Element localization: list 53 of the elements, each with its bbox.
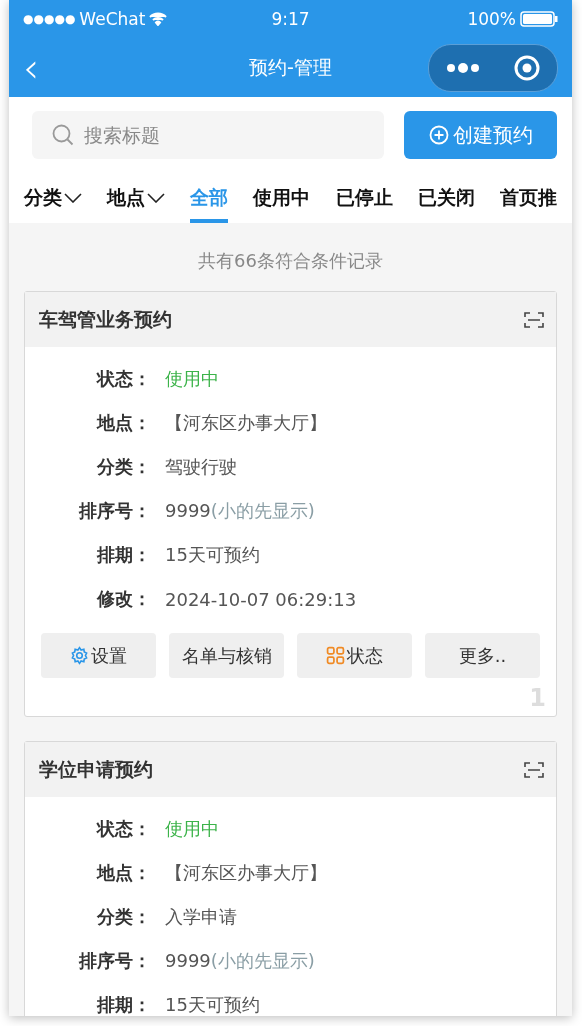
plus-circle-icon — [428, 125, 449, 145]
action-button[interactable]: 设置 — [41, 633, 156, 678]
field-value: 【河东区办事大厅】 — [165, 411, 327, 435]
field-label: 排期： — [96, 993, 151, 1016]
chevron-down-icon — [64, 193, 82, 203]
signal-dots: ●●●●● — [23, 12, 76, 26]
card-title: 车驾管业务预约 — [39, 306, 172, 332]
field-label: 地点： — [95, 861, 151, 885]
scan-icon[interactable] — [524, 310, 544, 329]
action-button[interactable]: 名单与核销 — [169, 633, 284, 678]
filter-tab[interactable]: 已关闭 — [417, 185, 475, 223]
wifi-icon — [149, 12, 168, 26]
chevron-down-icon — [147, 193, 166, 203]
action-button[interactable]: 状态 — [297, 633, 412, 678]
capsule-menu[interactable] — [428, 43, 558, 92]
field-label: 修改： — [95, 587, 151, 611]
result-count: 共有66条符合条件记录 — [197, 249, 384, 273]
field-value: 驾驶行驶 — [165, 455, 237, 479]
scan-icon[interactable] — [524, 760, 544, 779]
search-field[interactable]: 搜索标题 — [32, 111, 384, 159]
field-value: 15天可预约 — [165, 993, 260, 1016]
filter-dropdown[interactable]: 地点 — [107, 185, 166, 223]
battery-percent: 100% — [467, 9, 516, 29]
search-icon — [52, 124, 74, 146]
clock-time: 9:17 — [271, 9, 310, 29]
page-title: 预约-管理 — [249, 54, 332, 80]
field-value: 9999(小的先显示) — [165, 499, 315, 523]
card-title: 学位申请预约 — [39, 756, 153, 782]
carrier-name: WeChat — [79, 9, 146, 29]
gear-icon — [70, 646, 89, 665]
status-value: 使用中 — [165, 817, 219, 841]
field-label: 地点： — [95, 411, 151, 435]
field-label: 排期： — [96, 543, 151, 567]
field-label: 排序号： — [78, 949, 151, 973]
field-label: 分类： — [96, 455, 151, 479]
filter-tab[interactable]: 使用中 — [253, 185, 311, 223]
battery-icon — [520, 11, 558, 27]
field-value: 【河东区办事大厅】 — [165, 861, 327, 885]
field-label: 排序号： — [78, 499, 151, 523]
field-value: 入学申请 — [165, 905, 237, 929]
filter-tab[interactable]: 首页推 — [499, 185, 557, 223]
status-value: 使用中 — [165, 367, 219, 391]
field-label: 分类： — [96, 905, 151, 929]
field-label: 状态： — [95, 367, 151, 391]
more-icon[interactable] — [446, 61, 480, 74]
filter-dropdown[interactable]: 分类 — [24, 185, 82, 223]
field-value: 2024-10-07 06:29:13 — [165, 588, 357, 610]
action-button[interactable]: 更多.. — [425, 633, 540, 678]
field-label: 状态： — [95, 817, 151, 841]
grid-icon — [326, 646, 345, 665]
field-value: 15天可预约 — [165, 543, 260, 567]
filter-tab[interactable]: 已停止 — [335, 185, 393, 223]
field-value: 9999(小的先显示) — [165, 949, 315, 973]
